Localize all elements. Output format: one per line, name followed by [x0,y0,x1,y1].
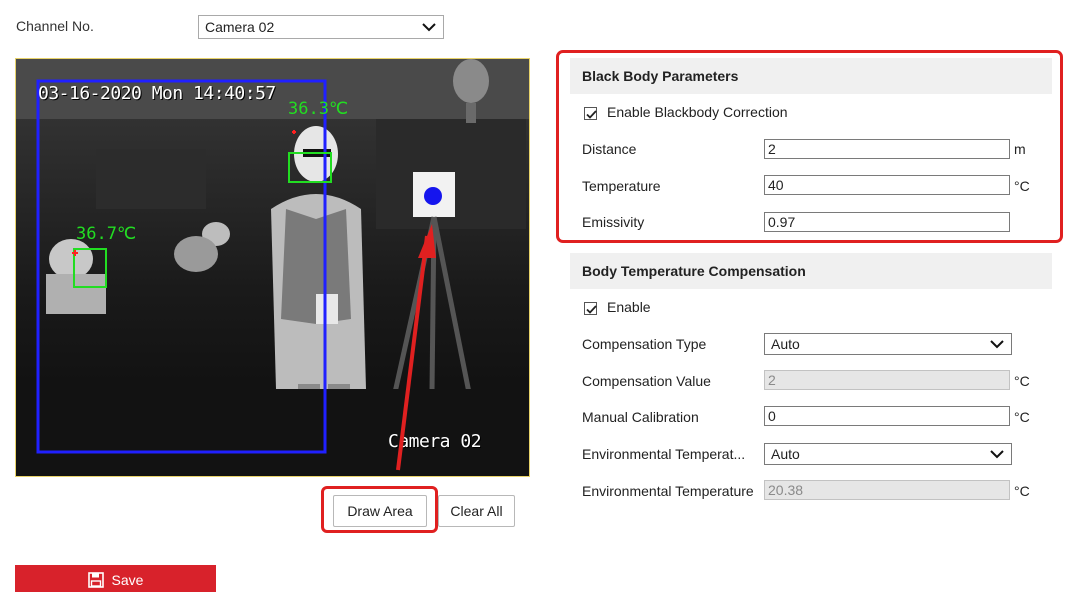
manual-calibration-label: Manual Calibration [582,409,699,425]
compensation-type-value: Auto [771,336,800,352]
manual-calibration-field[interactable] [764,406,1010,426]
compensation-value-field [764,370,1010,390]
floppy-disk-icon [87,572,104,588]
compensation-value-unit: °C [1014,373,1030,389]
enable-compensation-label: Enable [607,299,651,315]
thermal-scene [16,59,529,476]
compensation-type-select[interactable]: Auto [764,333,1012,355]
env-temp-unit: °C [1014,483,1030,499]
channel-label: Channel No. [16,18,94,34]
env-temp-field [764,480,1010,500]
chevron-down-icon [990,450,1004,459]
manual-calibration-unit: °C [1014,409,1030,425]
draw-area-button[interactable]: Draw Area [333,495,427,527]
temp-label-1: 36.3℃ [288,99,349,119]
channel-select[interactable]: Camera 02 [198,15,444,39]
clear-all-button[interactable]: Clear All [438,495,515,527]
env-temp-mode-value: Auto [771,446,800,462]
chevron-down-icon [990,340,1004,349]
env-temp-mode-select[interactable]: Auto [764,443,1012,465]
check-icon [586,305,597,314]
osd-camera-name: Camera 02 [388,431,482,452]
enable-compensation-checkbox[interactable] [584,302,597,315]
osd-timestamp: 03-16-2020 Mon 14:40:57 [38,83,276,104]
save-label: Save [111,572,144,588]
compensation-value-label: Compensation Value [582,373,711,389]
channel-select-value: Camera 02 [205,19,275,35]
env-temp-label: Environmental Temperature [582,483,754,499]
save-button[interactable]: Save [15,565,216,592]
chevron-down-icon [422,23,436,32]
black-body-highlight [556,50,1063,243]
temp-label-2: 36.7℃ [76,224,137,244]
env-temp-mode-label: Environmental Temperat... [582,446,746,462]
thermal-video-view[interactable]: 03-16-2020 Mon 14:40:57 36.3℃ 36.7℃ Came… [15,58,530,477]
compensation-type-label: Compensation Type [582,336,707,352]
body-comp-section-title: Body Temperature Compensation [570,253,1052,289]
